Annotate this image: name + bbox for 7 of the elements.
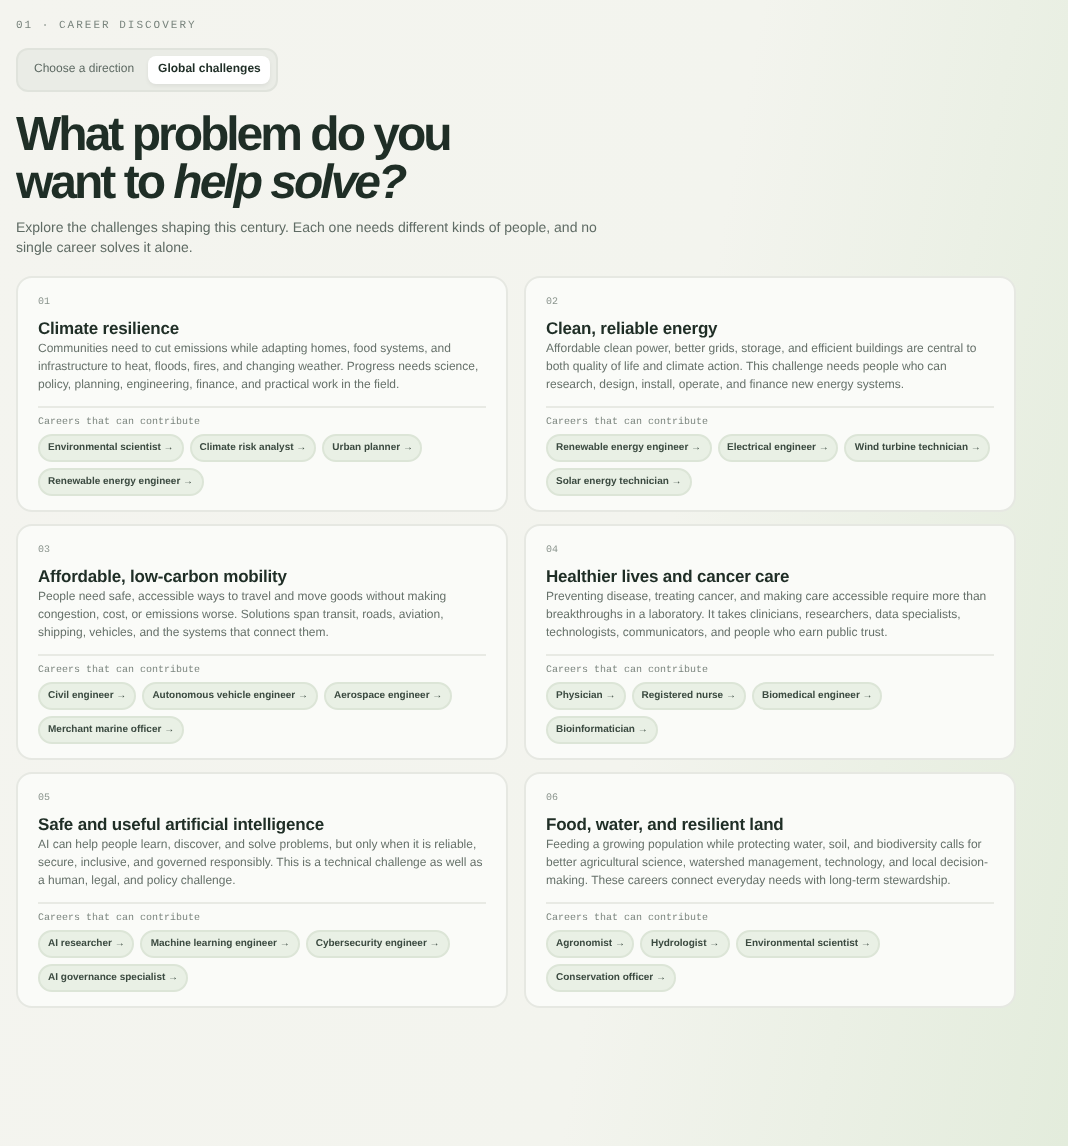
headline: What problem do you want to help solve? — [16, 112, 452, 208]
card-title: Affordable, low-carbon mobility — [38, 566, 287, 586]
card-title: Food, water, and resilient land — [546, 814, 784, 834]
card-title: Safe and useful artificial intelligence — [38, 814, 325, 834]
card-title: Clean, reliable energy — [546, 318, 718, 338]
card-title: Healthier lives and cancer care — [546, 566, 790, 586]
card-title: Climate resilience — [38, 318, 179, 338]
